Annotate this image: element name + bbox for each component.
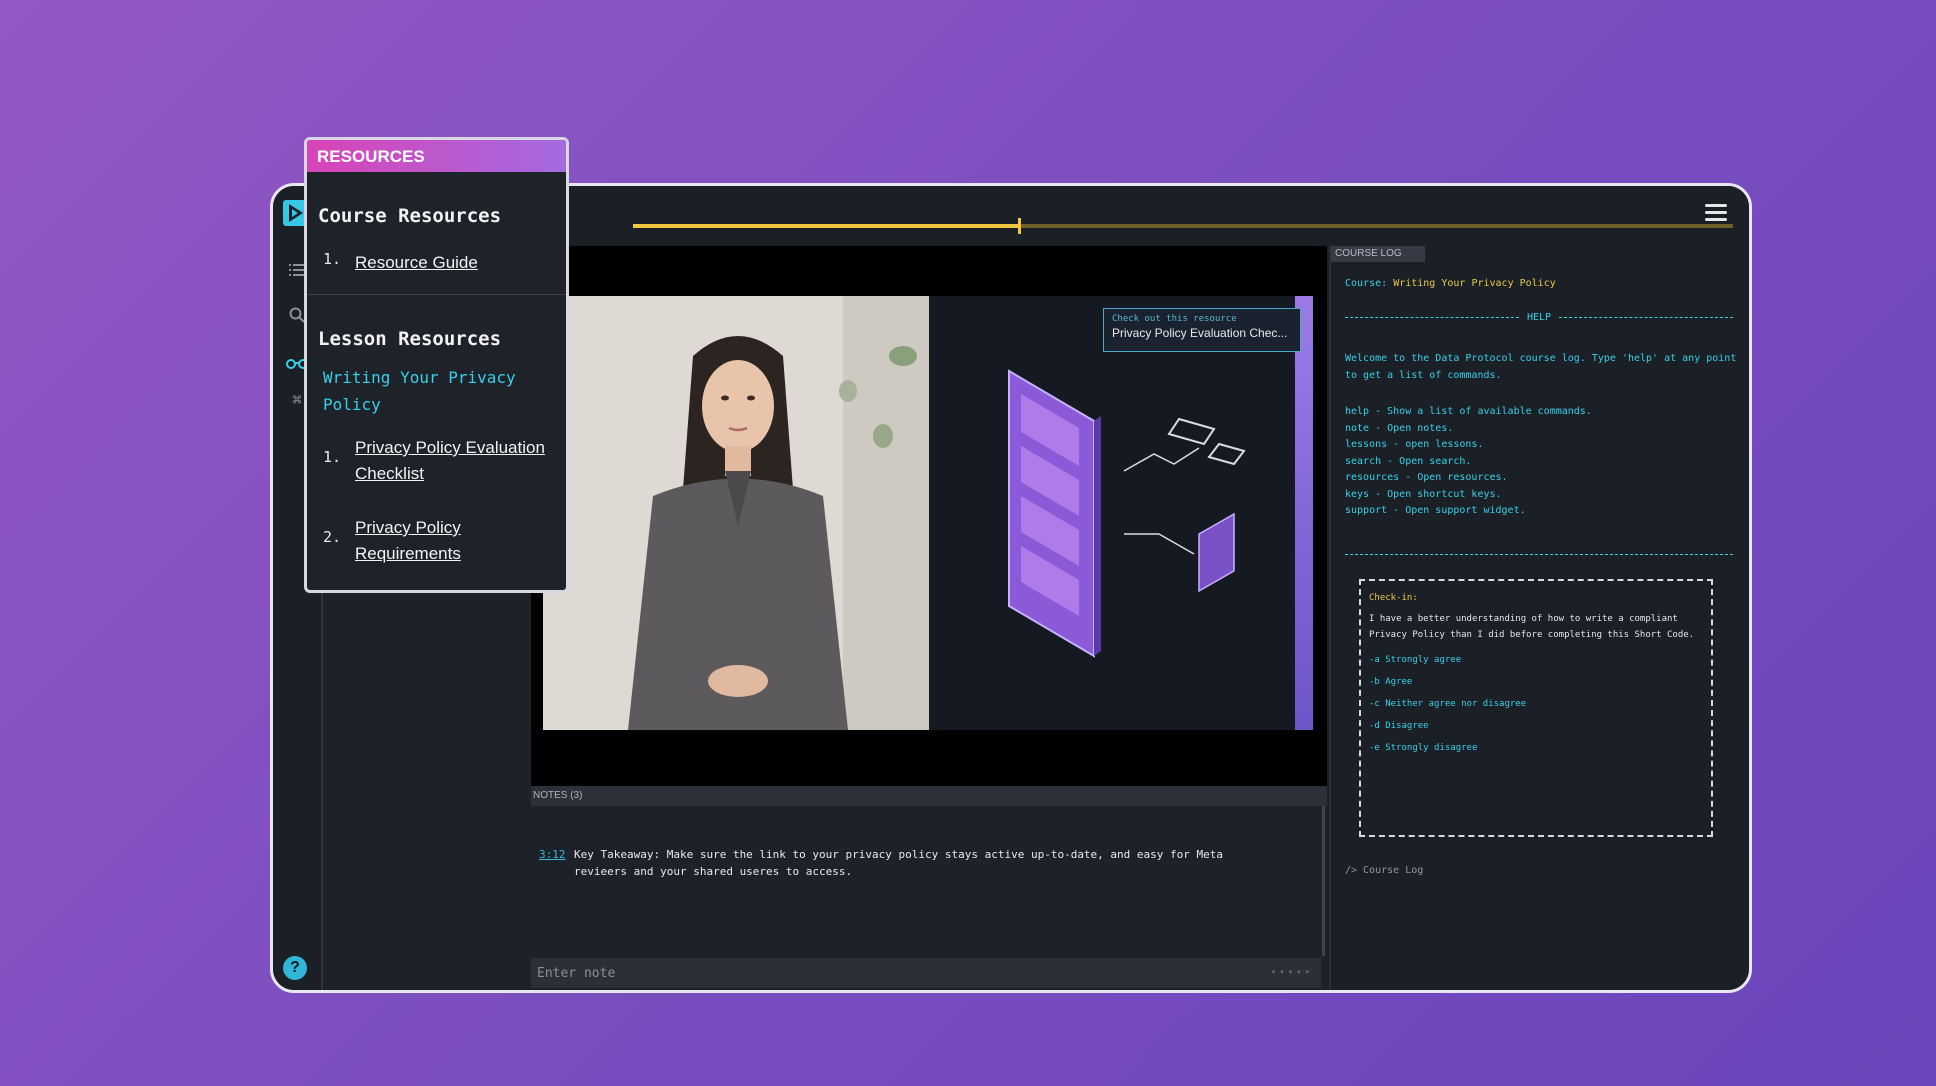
note-formatting-tools[interactable]: •••••	[1271, 968, 1313, 978]
item-number: 2.	[323, 528, 342, 546]
command-item: keys - Open shortcut keys.	[1345, 488, 1502, 500]
notes-header: NOTES (3)	[531, 786, 1327, 806]
course-line: Course: Writing Your Privacy Policy	[1345, 276, 1556, 293]
command-list: help - Show a list of available commands…	[1345, 404, 1592, 520]
lesson-resource-item: 2. Privacy Policy Requirements	[323, 515, 553, 569]
checkin-option-e[interactable]: -e Strongly disagree	[1369, 743, 1703, 753]
course-log-panel: COURSE LOG Course: Writing Your Privacy …	[1329, 246, 1749, 990]
course-name: Writing Your Privacy Policy	[1393, 278, 1556, 289]
welcome-text: Welcome to the Data Protocol course log.…	[1345, 353, 1737, 381]
callout-resource-link[interactable]: Privacy Policy Evaluation Chec...	[1112, 326, 1292, 340]
lesson-resource-item: 1. Privacy Policy Evaluation Checklist	[323, 435, 553, 489]
note-entry: 3:12 Key Takeaway: Make sure the link to…	[539, 846, 1239, 880]
callout-caption: Check out this resource	[1112, 314, 1237, 324]
note-text: Key Takeaway: Make sure the link to your…	[574, 848, 1224, 878]
checkin-option-c[interactable]: -c Neither agree nor disagree	[1369, 699, 1703, 709]
course-resources-title: Course Resources	[318, 205, 502, 227]
item-number: 1.	[323, 250, 342, 268]
lesson-name: Writing Your Privacy Policy	[323, 368, 516, 414]
checkin-option-d[interactable]: -d Disagree	[1369, 721, 1703, 731]
course-log-header: COURSE LOG	[1331, 246, 1425, 262]
note-input[interactable]	[531, 958, 1321, 988]
notes-panel: NOTES (3) 3:12 Key Takeaway: Make sure t…	[531, 786, 1327, 990]
resource-guide-link[interactable]: Resource Guide	[355, 250, 478, 276]
resources-popup: RESOURCES Course Resources 1. Resource G…	[304, 137, 569, 593]
command-item: search - Open search.	[1345, 455, 1472, 467]
resources-divider	[307, 294, 566, 295]
video-player[interactable]: Check out this resource Privacy Policy E…	[531, 246, 1327, 786]
notes-scrollbar[interactable]	[1322, 806, 1325, 956]
course-label: Course:	[1345, 278, 1388, 289]
requirements-link[interactable]: Privacy Policy Requirements	[355, 515, 485, 567]
lesson-resources-title: Lesson Resources	[318, 328, 502, 350]
command-item: support - Open support widget.	[1345, 505, 1526, 516]
resources-header: RESOURCES	[307, 140, 566, 172]
log-separator	[1345, 554, 1733, 555]
evaluation-checklist-link[interactable]: Privacy Policy Evaluation Checklist	[355, 435, 555, 487]
command-item: resources - Open resources.	[1345, 472, 1508, 483]
help-title: HELP	[1526, 312, 1552, 323]
command-item: help - Show a list of available commands…	[1345, 406, 1592, 417]
checkin-option-a[interactable]: -a Strongly agree	[1369, 655, 1703, 665]
video-progress-bar[interactable]	[633, 218, 1733, 234]
resource-callout[interactable]: Check out this resource Privacy Policy E…	[1103, 308, 1301, 352]
checkin-question: I have a better understanding of how to …	[1369, 614, 1695, 640]
help-separator: HELP	[1345, 312, 1733, 323]
checkin-box: Check-in: I have a better understanding …	[1359, 579, 1713, 837]
command-item: lessons - open lessons.	[1345, 439, 1484, 450]
command-item: note - Open notes.	[1345, 422, 1454, 434]
presenter-video-image	[543, 296, 929, 730]
checkin-title: Check-in:	[1369, 593, 1418, 603]
checkin-option-b[interactable]: -b Agree	[1369, 677, 1703, 687]
note-timestamp-link[interactable]: 3:12	[539, 846, 566, 863]
progress-fill	[633, 224, 1018, 228]
progress-scrubber-handle[interactable]	[1018, 218, 1021, 234]
video-frame: Check out this resource Privacy Policy E…	[543, 296, 1313, 730]
item-number: 1.	[323, 448, 342, 466]
video-accent-bar	[1295, 296, 1313, 730]
isometric-document-illustration	[929, 296, 1295, 730]
course-resource-item: 1. Resource Guide	[323, 250, 553, 276]
course-log-prompt[interactable]: /> Course Log	[1345, 863, 1423, 880]
help-question-icon[interactable]: ?	[283, 956, 307, 980]
hamburger-menu-icon[interactable]	[1705, 204, 1727, 222]
